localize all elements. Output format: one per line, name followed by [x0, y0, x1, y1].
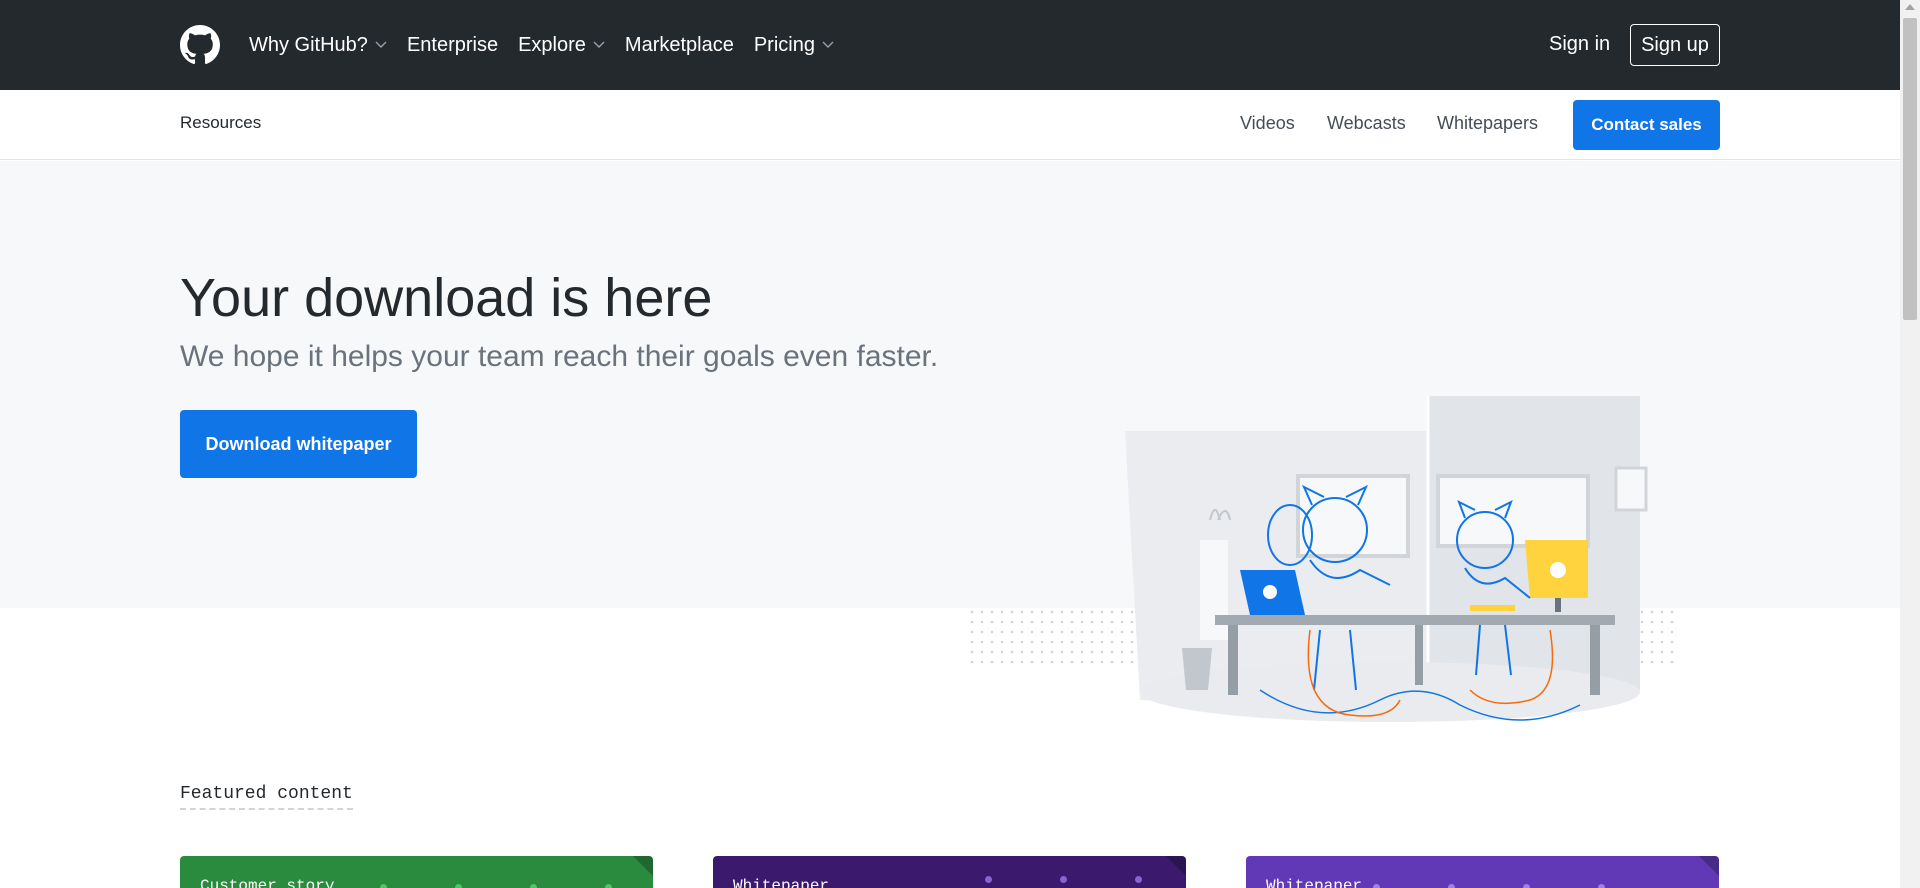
sign-up-button[interactable]: Sign up	[1630, 24, 1720, 66]
nav-pricing[interactable]: Pricing	[754, 34, 834, 57]
chevron-down-icon	[375, 41, 387, 48]
card-dot	[1373, 884, 1380, 888]
page-subtitle: We hope it helps your team reach their g…	[180, 340, 939, 373]
card-dot	[1135, 876, 1142, 883]
card-dot	[605, 884, 612, 888]
nav-enterprise[interactable]: Enterprise	[407, 34, 498, 57]
page-scrollbar[interactable]	[1900, 0, 1920, 888]
card-dot	[1060, 876, 1067, 883]
download-whitepaper-button[interactable]: Download whitepaper	[180, 410, 417, 478]
card-dot	[380, 884, 387, 888]
contact-sales-button[interactable]: Contact sales	[1573, 100, 1720, 150]
nav-enterprise-label: Enterprise	[406, 33, 499, 56]
nav-explore-label: Explore	[518, 33, 586, 56]
featured-content-heading: Featured content	[180, 784, 353, 810]
resources-subnav: Resources Videos Webcasts Whitepapers Co…	[0, 90, 1900, 160]
card-type-label: Whitepaper	[1266, 877, 1363, 888]
chevron-down-icon	[822, 41, 834, 48]
dot-pattern-left	[968, 606, 1138, 664]
card-dot	[1598, 884, 1605, 888]
featured-card-whitepaper-2[interactable]: Whitepaper	[1246, 856, 1719, 888]
scroll-up-arrow-icon[interactable]	[1905, 4, 1915, 10]
card-dot	[530, 884, 537, 888]
scrollbar-thumb[interactable]	[1903, 18, 1917, 320]
sign-in-link[interactable]: Sign in	[1549, 33, 1610, 56]
octocats-desk-illustration	[968, 396, 1680, 722]
subnav-link-videos[interactable]: Videos	[1240, 113, 1295, 134]
subnav-link-webcasts[interactable]: Webcasts	[1327, 113, 1406, 134]
nav-explore[interactable]: Explore	[518, 34, 605, 57]
page-title: Your download is here	[180, 268, 713, 328]
github-logo-icon[interactable]	[180, 25, 220, 65]
subnav-link-whitepapers[interactable]: Whitepapers	[1437, 113, 1538, 134]
card-dot	[1448, 884, 1455, 888]
card-corner	[1166, 856, 1186, 876]
card-corner	[1699, 856, 1719, 876]
nav-marketplace[interactable]: Marketplace	[625, 34, 734, 57]
card-dot	[1523, 884, 1530, 888]
featured-card-customer-story[interactable]: Customer story	[180, 856, 653, 888]
card-type-label: Customer story	[200, 877, 335, 888]
subnav-title[interactable]: Resources	[180, 113, 261, 133]
main-nav: Why GitHub? Enterprise Explore Marketpla…	[249, 0, 854, 90]
nav-why-github[interactable]: Why GitHub?	[249, 34, 387, 57]
site-header: Why GitHub? Enterprise Explore Marketpla…	[0, 0, 1900, 90]
card-dot	[455, 884, 462, 888]
nav-pricing-label: Pricing	[753, 33, 815, 56]
nav-marketplace-label: Marketplace	[624, 33, 734, 56]
chevron-down-icon	[593, 41, 605, 48]
card-corner	[633, 856, 653, 876]
card-type-label: Whitepaper	[733, 877, 830, 888]
featured-card-whitepaper-1[interactable]: Whitepaper	[713, 856, 1186, 888]
card-dot	[985, 876, 992, 883]
nav-why-github-label: Why GitHub?	[249, 33, 368, 56]
